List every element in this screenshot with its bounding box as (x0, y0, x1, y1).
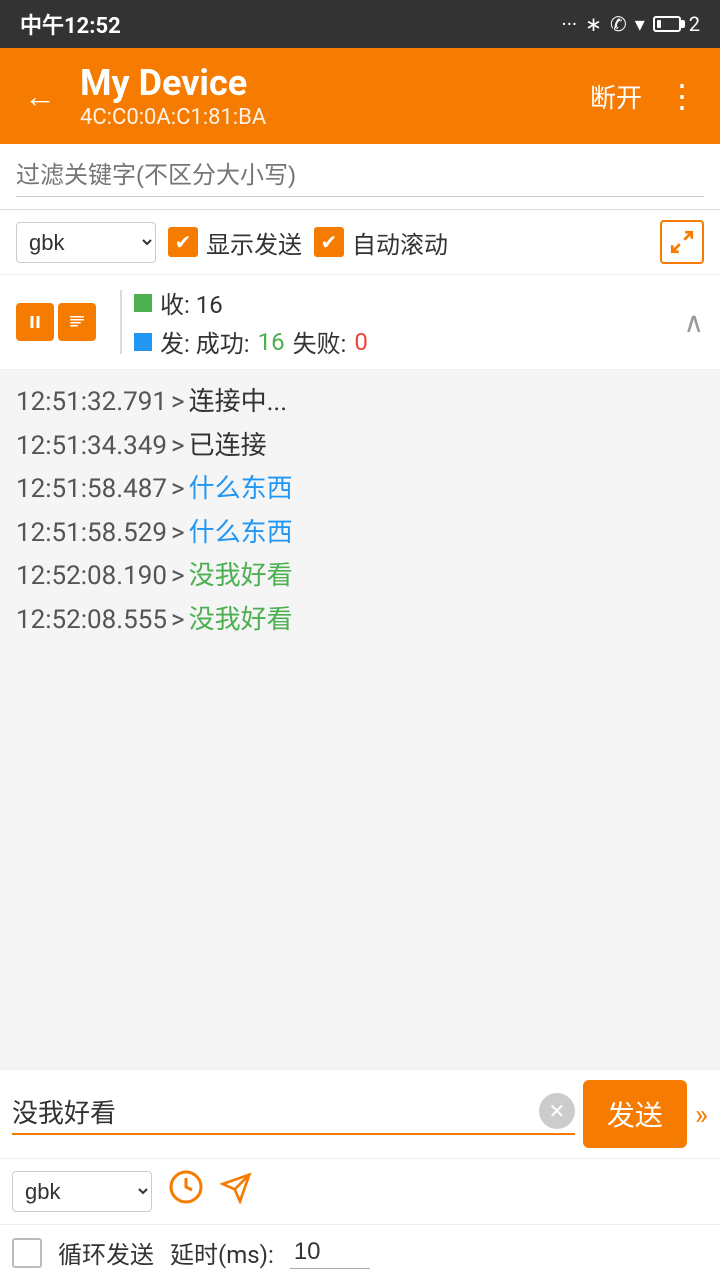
battery-level: 2 (689, 12, 700, 36)
stats-info: 收: 16 发: 成功: 16 失败: 0 (134, 285, 684, 359)
quick-send-icon[interactable] (220, 1172, 252, 1212)
auto-scroll-label: 自动滚动 (352, 225, 448, 260)
bottom-encoding-select[interactable]: gbk utf-8 (12, 1171, 152, 1212)
encoding-select[interactable]: gbk utf-8 (16, 222, 156, 263)
back-button[interactable]: ← (16, 69, 64, 123)
stats-row: 收: 16 发: 成功: 16 失败: 0 ∧ (0, 275, 720, 370)
stats-btn-group (16, 303, 96, 341)
loop-send-label: 循环发送 (58, 1235, 154, 1270)
show-send-label: 显示发送 (206, 225, 302, 260)
disconnect-button[interactable]: 断开 (586, 70, 646, 123)
send-input-wrapper: ✕ (12, 1093, 575, 1135)
recv-indicator (134, 294, 152, 312)
log-entry: 12:52:08.190>没我好看 (16, 556, 704, 598)
fullscreen-button[interactable] (660, 220, 704, 264)
log-time: 12:51:32.791 (16, 382, 167, 424)
recv-stat: 收: 16 (134, 285, 684, 320)
signal-dots-icon: ··· (561, 12, 577, 36)
log-entry: 12:51:32.791>连接中... (16, 382, 704, 424)
status-bar: 中午12:52 ··· ∗ ✆ ▾ 2 (0, 0, 720, 48)
log-message: 连接中... (189, 382, 288, 424)
log-message: 什么东西 (189, 469, 293, 511)
stats-controls (16, 303, 96, 341)
log-arrow: > (171, 513, 185, 555)
delay-input[interactable] (290, 1236, 370, 1269)
pause-button[interactable] (16, 303, 54, 341)
signal-bars-icon: ✆ (610, 12, 627, 36)
log-entry: 12:51:58.529>什么东西 (16, 513, 704, 555)
options-row: gbk utf-8 (0, 1159, 720, 1225)
send-row: ✕ 发送 » (0, 1070, 720, 1159)
send-input[interactable] (12, 1096, 539, 1127)
recv-label: 收: 16 (160, 285, 223, 320)
battery-icon (653, 16, 681, 32)
log-time: 12:51:34.349 (16, 426, 167, 468)
stats-divider (120, 290, 122, 354)
status-time: 中午12:52 (20, 8, 121, 40)
fail-count: 0 (354, 328, 368, 356)
header-actions: 断开 ⋮ (586, 69, 704, 123)
filter-bar (0, 144, 720, 210)
log-entry: 12:51:34.349>已连接 (16, 426, 704, 468)
log-time: 12:52:08.190 (16, 556, 167, 598)
status-icons: ··· ∗ ✆ ▾ 2 (561, 12, 700, 36)
loop-row: 循环发送 延时(ms): (0, 1225, 720, 1280)
device-mac: 4C:C0:0A:C1:81:BA (80, 105, 586, 130)
filter-input[interactable] (16, 156, 704, 197)
log-arrow: > (171, 556, 185, 598)
send-indicator (134, 333, 152, 351)
send-prefix: 发: 成功: (160, 324, 250, 359)
log-entry: 12:52:08.555>没我好看 (16, 600, 704, 642)
show-send-checkbox[interactable]: ✔ 显示发送 (168, 225, 302, 260)
log-time: 12:52:08.555 (16, 600, 167, 642)
log-arrow: > (171, 600, 185, 642)
device-name: My Device (80, 62, 586, 105)
log-arrow: > (171, 382, 185, 424)
history-icon[interactable] (168, 1169, 204, 1214)
clear-log-button[interactable] (58, 303, 96, 341)
clear-input-button[interactable]: ✕ (539, 1093, 575, 1129)
auto-scroll-checkbox-icon: ✔ (314, 227, 344, 257)
more-button[interactable]: ⋮ (662, 69, 704, 123)
bluetooth-icon: ∗ (585, 12, 602, 36)
header-title: My Device 4C:C0:0A:C1:81:BA (80, 62, 586, 130)
log-time: 12:51:58.529 (16, 513, 167, 555)
app-header: ← My Device 4C:C0:0A:C1:81:BA 断开 ⋮ (0, 48, 720, 144)
send-button[interactable]: 发送 (583, 1080, 687, 1148)
log-area: 12:51:32.791>连接中...12:51:34.349>已连接12:51… (0, 370, 720, 770)
send-stat: 发: 成功: 16 失败: 0 (134, 324, 684, 359)
log-time: 12:51:58.487 (16, 469, 167, 511)
send-fail-prefix: 失败: (293, 324, 347, 359)
log-entry: 12:51:58.487>什么东西 (16, 469, 704, 511)
auto-scroll-checkbox[interactable]: ✔ 自动滚动 (314, 225, 448, 260)
bottom-area: ✕ 发送 » gbk utf-8 循环发送 延时(ms): (0, 1069, 720, 1280)
loop-send-checkbox[interactable] (12, 1238, 42, 1268)
show-send-checkbox-icon: ✔ (168, 227, 198, 257)
collapse-button[interactable]: ∧ (684, 306, 705, 339)
log-message: 已连接 (189, 426, 267, 468)
log-message: 没我好看 (189, 600, 293, 642)
log-message: 没我好看 (189, 556, 293, 598)
expand-button[interactable]: » (695, 1098, 708, 1131)
log-arrow: > (171, 426, 185, 468)
log-message: 什么东西 (189, 513, 293, 555)
success-count: 16 (258, 328, 285, 356)
wifi-icon: ▾ (635, 12, 645, 36)
log-arrow: > (171, 469, 185, 511)
controls-row: gbk utf-8 ✔ 显示发送 ✔ 自动滚动 (0, 210, 720, 275)
delay-label: 延时(ms): (170, 1235, 274, 1270)
